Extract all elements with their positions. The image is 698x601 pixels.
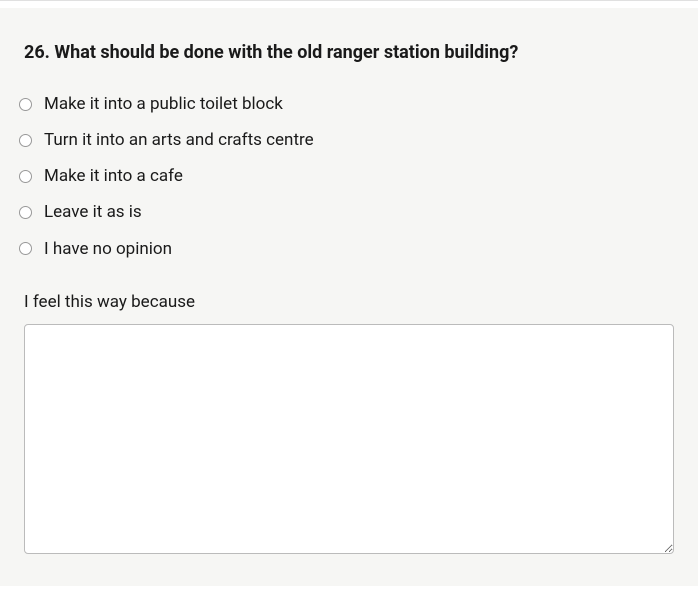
option-row[interactable]: Turn it into an arts and crafts centre xyxy=(19,129,674,151)
question-number: 26. xyxy=(24,42,50,63)
option-label: Make it into a cafe xyxy=(44,165,183,187)
radio-option-1[interactable] xyxy=(19,98,32,111)
option-row[interactable]: Make it into a cafe xyxy=(19,165,674,187)
followup-textarea[interactable] xyxy=(24,324,674,554)
question-title: 26. What should be done with the old ran… xyxy=(24,40,674,65)
radio-option-3[interactable] xyxy=(19,170,32,183)
option-label: Leave it as is xyxy=(44,201,142,223)
survey-question-block: 26. What should be done with the old ran… xyxy=(0,8,698,586)
divider xyxy=(0,0,698,1)
radio-options-group: Make it into a public toilet block Turn … xyxy=(19,93,674,259)
radio-option-2[interactable] xyxy=(19,134,32,147)
option-label: Make it into a public toilet block xyxy=(44,93,283,115)
option-row[interactable]: Leave it as is xyxy=(19,201,674,223)
followup-label: I feel this way because xyxy=(24,292,674,312)
radio-option-4[interactable] xyxy=(19,206,32,219)
radio-option-5[interactable] xyxy=(19,242,32,255)
option-row[interactable]: I have no opinion xyxy=(19,238,674,260)
option-row[interactable]: Make it into a public toilet block xyxy=(19,93,674,115)
question-text: What should be done with the old ranger … xyxy=(54,42,518,63)
option-label: Turn it into an arts and crafts centre xyxy=(44,129,314,151)
option-label: I have no opinion xyxy=(44,238,172,260)
